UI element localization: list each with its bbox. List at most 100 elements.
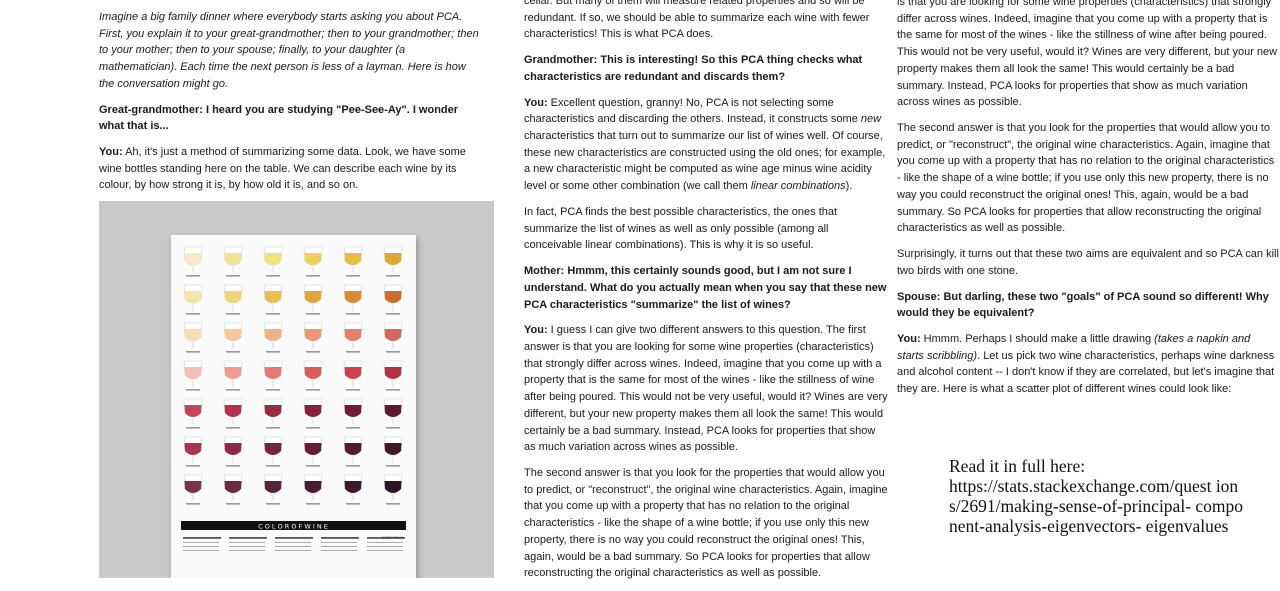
wine-glass xyxy=(223,436,243,467)
wine-glass xyxy=(263,284,283,315)
answer-text: ). xyxy=(845,180,853,193)
wine-glass xyxy=(223,322,243,353)
poster-brand: WINE FOLLY xyxy=(382,536,404,540)
column-right: is that you are looking for some wine pr… xyxy=(897,0,1280,407)
wine-fill xyxy=(184,253,202,265)
wine-fill xyxy=(264,291,282,303)
wine-glass xyxy=(343,284,363,315)
wine-glasses-grid: C O L O R O F W I N E WINE FOLLY xyxy=(181,246,406,551)
wine-fill xyxy=(264,253,282,265)
answer-text: Hmmm. Perhaps I should make a little dra… xyxy=(920,332,1155,345)
wine-fill xyxy=(384,367,402,379)
emphasis-text: new xyxy=(860,113,882,126)
wine-fill xyxy=(264,481,282,493)
wine-glass xyxy=(263,360,283,391)
wine-fill xyxy=(184,329,202,341)
answer-paragraph: You: Ah, it's just a method of summarizi… xyxy=(99,144,479,194)
poster-title: C O L O R O F W I N E xyxy=(258,523,328,531)
wine-glass xyxy=(183,246,203,277)
paragraph-text: cellar. But many of them will measure re… xyxy=(524,0,870,41)
question-spouse: Spouse: But darling, these two "goals" o… xyxy=(897,290,1269,320)
wine-fill xyxy=(264,405,282,417)
wine-fill xyxy=(264,443,282,455)
wine-glass xyxy=(223,284,243,315)
paragraph-text: The second answer is that you look for t… xyxy=(897,122,1275,235)
wine-fill xyxy=(264,367,282,379)
answer-text: Ah, it's just a method of summarizing so… xyxy=(99,146,466,192)
wine-fill xyxy=(224,367,242,379)
wine-glass xyxy=(343,474,363,505)
wine-fill xyxy=(304,405,322,417)
column-middle: cellar. But many of them will measure re… xyxy=(524,0,889,591)
wine-fill xyxy=(304,253,322,265)
answer-paragraph: You: Hmmm. Perhaps I should make a littl… xyxy=(897,331,1280,398)
wine-fill xyxy=(344,329,362,341)
wine-fill xyxy=(344,481,362,493)
wine-fill xyxy=(224,291,242,303)
source-link[interactable]: https://stats.stackexchange.com/quest io… xyxy=(949,476,1243,536)
wine-fill xyxy=(344,291,362,303)
speaker-label: You: xyxy=(524,96,548,109)
wine-glass xyxy=(263,246,283,277)
wine-fill xyxy=(384,291,402,303)
wine-fill xyxy=(344,405,362,417)
wine-color-poster-image: C O L O R O F W I N E WINE FOLLY xyxy=(99,201,494,578)
wine-fill xyxy=(184,405,202,417)
wine-glass xyxy=(263,436,283,467)
speaker-label: You: xyxy=(897,332,921,345)
answer-text: I guess I can give two different answers… xyxy=(524,324,888,454)
wine-glass xyxy=(223,398,243,429)
intro-paragraph: Imagine a big family dinner where everyb… xyxy=(99,11,479,90)
wine-fill xyxy=(184,481,202,493)
wine-glass xyxy=(263,474,283,505)
column-left: Imagine a big family dinner where everyb… xyxy=(99,0,479,203)
paragraph-text: The second answer is that you look for t… xyxy=(524,466,888,580)
question-grandmother: Grandmother: This is interesting! So thi… xyxy=(524,54,863,83)
wine-fill xyxy=(304,443,322,455)
wine-glass xyxy=(303,436,323,467)
paragraph-text: Surprisingly, it turns out that these tw… xyxy=(897,248,1279,277)
wine-glass xyxy=(223,474,243,505)
wine-fill xyxy=(304,291,322,303)
wine-fill xyxy=(224,481,242,493)
wine-glass xyxy=(343,246,363,277)
wine-glass xyxy=(383,322,403,353)
answer-paragraph: You: Excellent question, granny! No, PCA… xyxy=(524,95,889,195)
read-more-block: Read it in full here: https://stats.stac… xyxy=(949,456,1249,537)
wine-glass xyxy=(183,360,203,391)
wine-glass xyxy=(303,360,323,391)
wine-glass xyxy=(183,474,203,505)
speaker-label: You: xyxy=(99,146,123,159)
answer-paragraph: You: I guess I can give two different an… xyxy=(524,322,889,456)
wine-glass xyxy=(343,398,363,429)
paragraph-text: In fact, PCA finds the best possible cha… xyxy=(524,205,838,252)
wine-glass xyxy=(183,436,203,467)
wine-fill xyxy=(224,253,242,265)
wine-glass xyxy=(223,360,243,391)
wine-glass xyxy=(383,284,403,315)
speaker-label: You: xyxy=(524,324,548,337)
wine-glass xyxy=(343,360,363,391)
wine-fill xyxy=(384,481,402,493)
wine-glass xyxy=(183,322,203,353)
wine-fill xyxy=(304,329,322,341)
wine-glass xyxy=(383,436,403,467)
question-mother: Mother: Hmmm, this certainly sounds good… xyxy=(524,265,887,311)
wine-glass xyxy=(383,474,403,505)
wine-glass xyxy=(263,322,283,353)
answer-text: Excellent question, granny! No, PCA is n… xyxy=(524,96,861,126)
wine-glass xyxy=(303,322,323,353)
wine-glass xyxy=(303,474,323,505)
wine-fill xyxy=(304,367,322,379)
wine-fill xyxy=(224,329,242,341)
wine-glass xyxy=(303,284,323,315)
wine-fill xyxy=(184,367,202,379)
wine-glass xyxy=(183,398,203,429)
wine-fill xyxy=(384,329,402,341)
wine-glass xyxy=(343,322,363,353)
emphasis-text: linear combinations xyxy=(750,180,846,193)
wine-fill xyxy=(384,443,402,455)
wine-fill xyxy=(264,329,282,341)
wine-fill xyxy=(384,405,402,417)
paragraph-text: is that you are looking for some wine pr… xyxy=(897,0,1278,109)
